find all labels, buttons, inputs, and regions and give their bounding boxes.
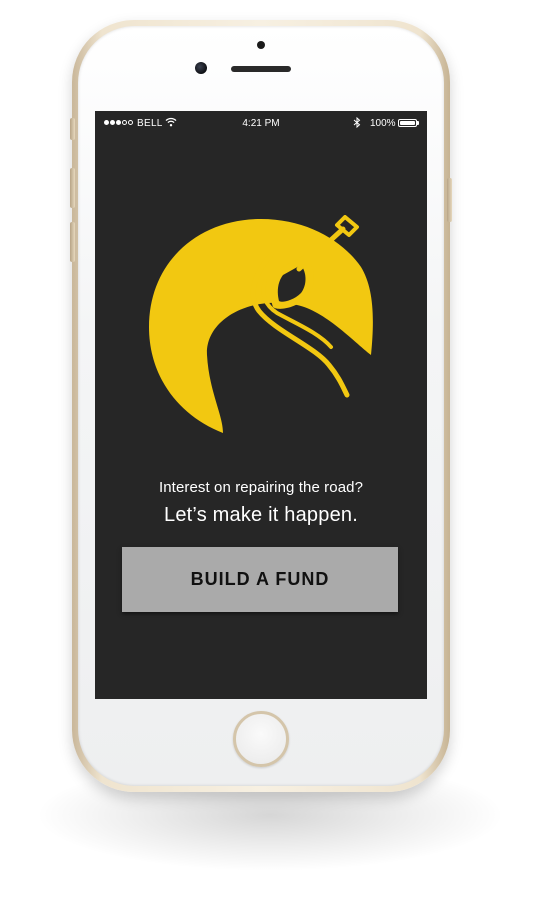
front-camera-icon <box>195 62 207 74</box>
status-bar: BELL 4:21 PM 100% <box>95 111 427 135</box>
bluetooth-icon <box>353 117 361 128</box>
power-button <box>447 178 452 222</box>
app-screen: BELL 4:21 PM 100% Interest on repairing … <box>95 111 427 699</box>
home-button[interactable] <box>233 711 289 767</box>
tagline-text: Interest on repairing the road? <box>158 479 364 496</box>
build-a-fund-button[interactable]: BUILD A FUND <box>122 547 398 612</box>
road-shovel-logo-icon <box>149 215 373 433</box>
volume-down-button <box>70 222 75 262</box>
silent-switch <box>70 118 75 140</box>
battery-cap <box>417 121 419 125</box>
headline-text: Let’s make it happen. <box>164 504 358 526</box>
battery-level <box>400 121 415 125</box>
volume-up-button <box>70 168 75 208</box>
battery-percent: 100% <box>370 118 396 129</box>
proximity-sensor <box>257 41 265 49</box>
stage: BELL 4:21 PM 100% Interest on repairing … <box>0 0 534 898</box>
earpiece-speaker <box>231 66 291 72</box>
battery-icon <box>398 119 417 127</box>
